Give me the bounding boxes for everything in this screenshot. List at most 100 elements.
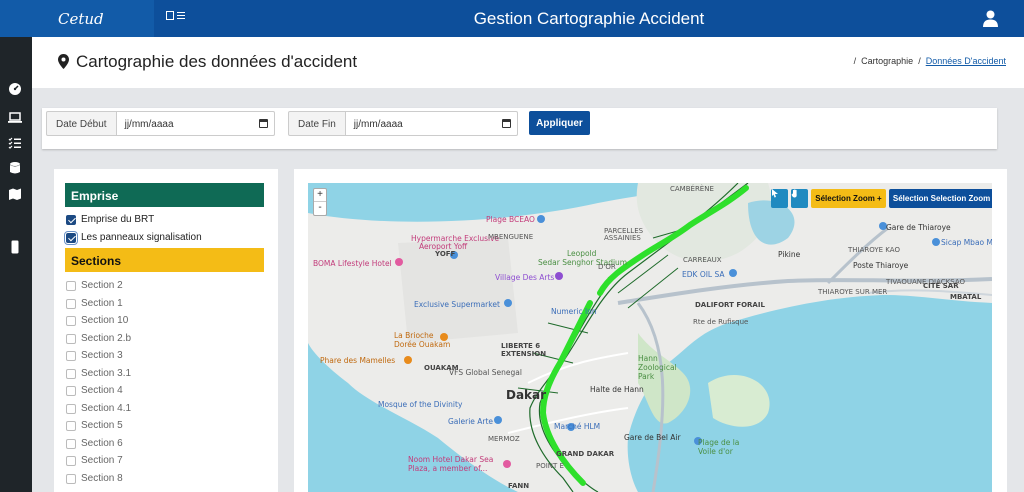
selection-zoom-out-button[interactable]: Sélection Selection Zoom -	[889, 189, 992, 208]
section-item[interactable]: Section 7	[66, 455, 123, 466]
map-label: Pikine	[778, 250, 801, 259]
checkbox[interactable]	[66, 420, 76, 431]
checkbox[interactable]	[66, 350, 76, 361]
user-icon[interactable]	[983, 10, 998, 27]
laptop-icon[interactable]	[8, 110, 22, 124]
section-item[interactable]: Section 3.1	[66, 368, 131, 379]
map-label: CAMBÉRÈNE	[670, 185, 714, 193]
map-label: Gare de Bel Air	[624, 433, 681, 442]
checkbox[interactable]	[66, 298, 76, 309]
dashboard-icon[interactable]	[8, 82, 22, 96]
map-label: Marché HLM	[554, 422, 601, 431]
layer-label: Emprise du BRT	[81, 214, 155, 225]
section-label: Section 10	[81, 315, 129, 326]
map-label: Numeric Inn	[551, 307, 597, 316]
map-label: THIAROYE KAO	[848, 246, 900, 254]
map-label: Hann Zoological Park	[638, 354, 677, 381]
map-label: Plage BCEAO	[486, 215, 535, 224]
section-item[interactable]: Section 5	[66, 420, 123, 431]
section-item[interactable]: Section 6	[66, 438, 123, 449]
zoom-control: + -	[313, 188, 327, 216]
tasks-icon[interactable]	[8, 136, 22, 150]
apply-button[interactable]: Appliquer	[529, 111, 590, 135]
breadcrumb-link-donnees[interactable]: Données D'accident	[926, 56, 1006, 66]
checkbox[interactable]	[66, 385, 76, 396]
map-label: LIBERTE 6 EXTENSION	[501, 342, 547, 358]
breadcrumb-separator: /	[918, 56, 921, 66]
section-item[interactable]: Section 3	[66, 350, 123, 361]
checkbox[interactable]	[66, 333, 76, 344]
calendar-icon[interactable]	[501, 119, 511, 128]
map-label: CITÉ SAR	[923, 282, 959, 290]
selection-zoom-in-button[interactable]: Sélection Zoom +	[811, 189, 886, 208]
map-label: Poste Thiaroye	[853, 261, 909, 270]
map-label: ASSAINIES	[604, 234, 641, 242]
start-date-input[interactable]: jj/mm/aaaa	[116, 111, 275, 136]
map-label: D'OR	[598, 263, 616, 271]
checkbox[interactable]	[66, 403, 76, 414]
map-label: POINT E	[536, 462, 564, 470]
end-date-group: Date Fin jj/mm/aaaa	[288, 111, 518, 136]
checkbox[interactable]	[66, 315, 76, 326]
section-item[interactable]: Section 2.b	[66, 333, 131, 344]
checkbox[interactable]	[66, 455, 76, 466]
end-date-input[interactable]: jj/mm/aaaa	[345, 111, 518, 136]
breadcrumb-separator: /	[853, 56, 857, 66]
section-item[interactable]: Section 4	[66, 385, 123, 396]
mobile-icon[interactable]	[8, 240, 22, 254]
map-canvas[interactable]: + - Sélection Zoom + Sélection Selection…	[308, 183, 992, 492]
map-label: MERMOZ	[488, 435, 520, 443]
pan-hand-button[interactable]	[791, 189, 808, 208]
map-icon[interactable]	[8, 187, 22, 201]
map-label: FANN	[508, 482, 530, 490]
zoom-in-button[interactable]: +	[314, 189, 326, 202]
section-label: Section 6	[81, 438, 123, 449]
checkbox[interactable]	[66, 280, 76, 291]
map-label: CARREAUX	[683, 256, 722, 264]
map-label: OUAKAM	[424, 364, 459, 372]
map-label: GRAND DAKAR	[556, 450, 615, 458]
checkbox[interactable]	[66, 368, 76, 379]
checkbox[interactable]	[64, 230, 78, 245]
calendar-icon[interactable]	[258, 119, 268, 128]
section-label: Section 2	[81, 280, 123, 291]
checkbox[interactable]	[66, 473, 76, 484]
layer-label: Les panneaux signalisation	[81, 232, 202, 243]
section-item[interactable]: Section 10	[66, 315, 128, 326]
section-label: Section 5	[81, 420, 123, 431]
breadcrumb-item-cartographie: Cartographie	[861, 56, 914, 66]
section-item[interactable]: Section 8	[66, 473, 123, 484]
map-label: Plage de la Voile d'or	[698, 438, 740, 456]
brand-logo[interactable]: Cetud	[0, 0, 154, 37]
app-title: Gestion Cartographie Accident	[473, 9, 705, 28]
checkbox[interactable]	[66, 438, 76, 449]
map-label: MBATAL	[950, 293, 982, 301]
section-label: Section 1	[81, 298, 123, 309]
top-navbar: Gestion Cartographie Accident	[154, 0, 1024, 37]
map-label: La Brioche Dorée Ouakam	[394, 331, 451, 349]
start-date-label: Date Début	[46, 111, 117, 136]
map-label: THIAROYE SUR MER	[818, 288, 888, 296]
zoom-out-button[interactable]: -	[314, 202, 326, 215]
section-label: Section 4	[81, 385, 123, 396]
map-marker-icon	[58, 54, 69, 69]
map-label: Dakar	[506, 388, 547, 402]
end-date-value: jj/mm/aaaa	[353, 119, 403, 130]
section-label: Section 7	[81, 455, 123, 466]
section-item[interactable]: Section 1	[66, 298, 123, 309]
map-label: Sicap Mbao M	[941, 238, 992, 247]
checkbox[interactable]	[66, 214, 76, 225]
section-item[interactable]: Section 2	[66, 280, 123, 291]
layer-panneaux[interactable]: Les panneaux signalisation	[64, 230, 202, 245]
select-pointer-button[interactable]	[771, 189, 788, 208]
date-filter-card: Date Début jj/mm/aaaa Date Fin jj/mm/aaa…	[42, 108, 997, 149]
layers-panel: Emprise Emprise du BRT Les panneaux sign…	[54, 169, 278, 492]
map-label: Galerie Arte	[448, 417, 494, 426]
section-label: Section 4.1	[81, 403, 132, 414]
layer-emprise-brt[interactable]: Emprise du BRT	[66, 214, 154, 225]
emprise-header: Emprise	[65, 183, 264, 207]
hand-icon	[791, 189, 797, 198]
map-label: Village Des Arts	[495, 273, 555, 282]
section-item[interactable]: Section 4.1	[66, 403, 131, 414]
database-icon[interactable]	[8, 161, 22, 175]
